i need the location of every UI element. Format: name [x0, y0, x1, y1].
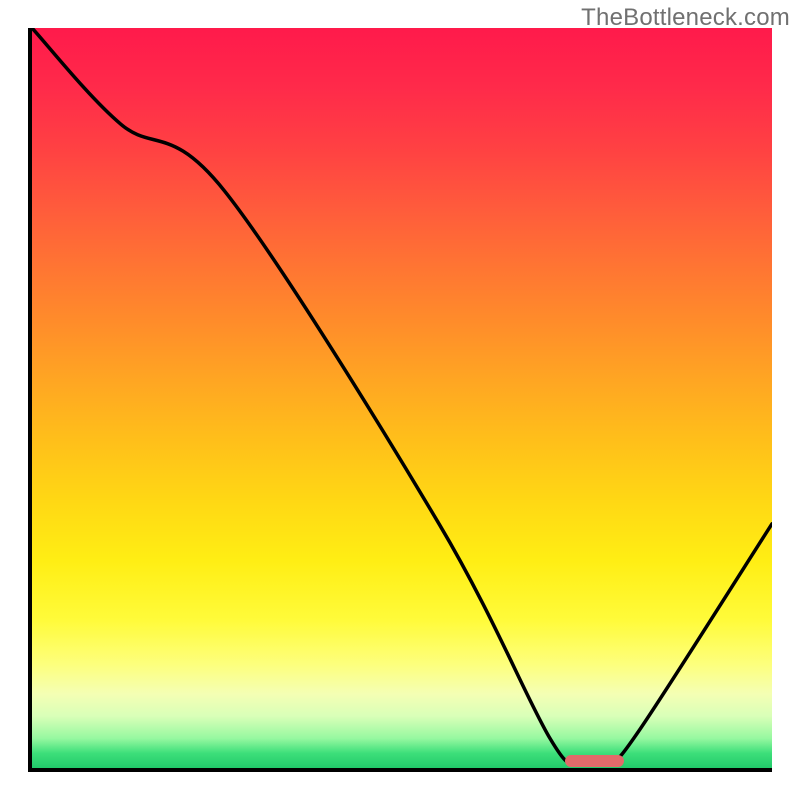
chart-container: TheBottleneck.com [0, 0, 800, 800]
bottleneck-curve [32, 28, 772, 768]
optimum-marker [565, 755, 624, 767]
watermark-text: TheBottleneck.com [581, 4, 790, 32]
plot-area [28, 28, 772, 772]
